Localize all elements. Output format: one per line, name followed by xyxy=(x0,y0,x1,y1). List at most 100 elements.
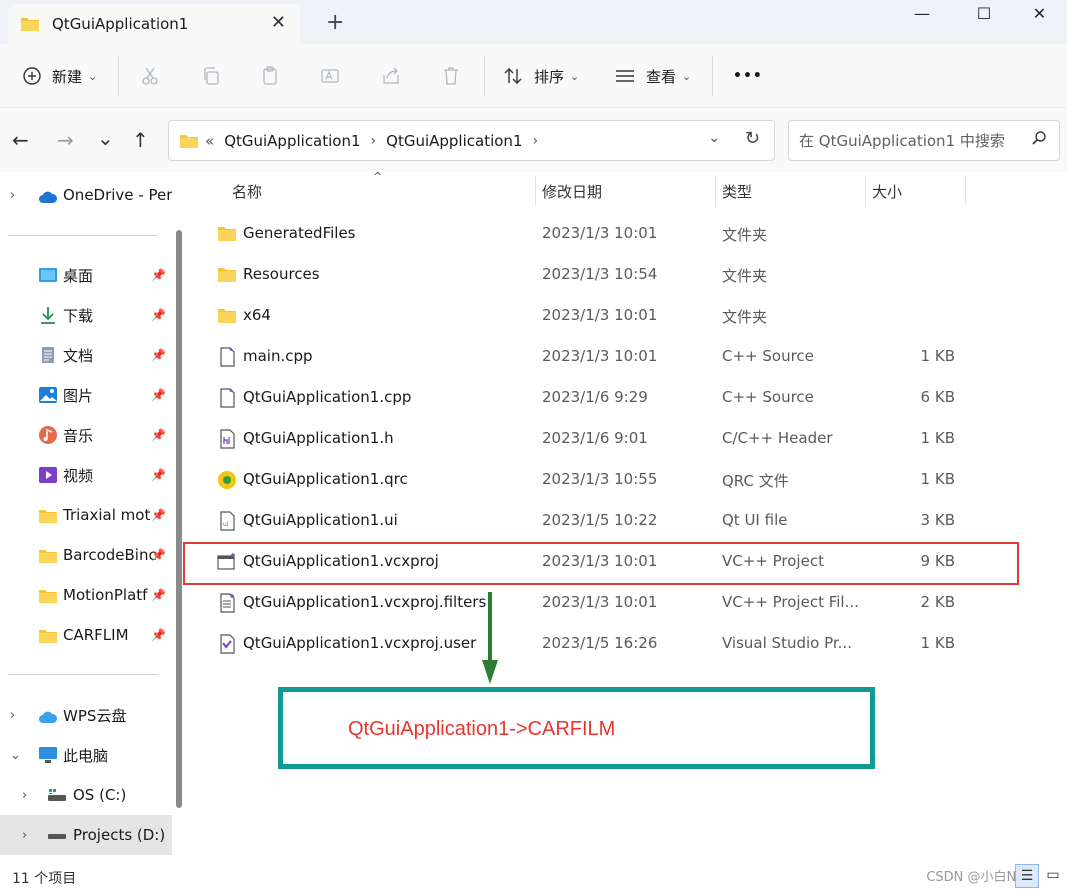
expand-chevron-icon[interactable]: › xyxy=(10,708,15,723)
share-icon[interactable] xyxy=(381,66,401,86)
sidebar-item-label: Triaxial mot xyxy=(63,506,151,524)
sidebar-item-pictures[interactable]: 图片 📌 xyxy=(0,375,172,415)
plus-circle-icon xyxy=(23,67,41,85)
file-row[interactable]: QtGuiApplication1.cpp 2023/1/6 9:29 C++ … xyxy=(190,377,1067,418)
expand-chevron-icon[interactable]: › xyxy=(22,828,27,843)
address-bar[interactable]: « QtGuiApplication1 › QtGuiApplication1 … xyxy=(168,120,775,161)
sidebar-item-barcode[interactable]: BarcodeBinc 📌 xyxy=(0,535,172,575)
new-tab-button[interactable]: + xyxy=(326,10,344,35)
tab-qtguiapplication1[interactable]: QtGuiApplication1 ✕ xyxy=(8,4,300,44)
maximize-button[interactable]: ☐ xyxy=(954,0,1014,26)
navigation-pane: › OneDrive - Per 桌面 📌 下载 📌 文档 📌 图片 📌 音乐 … xyxy=(0,172,185,862)
file-date: 2023/1/3 10:01 xyxy=(542,347,658,365)
column-header-modified[interactable]: 修改日期 xyxy=(542,172,602,210)
file-row[interactable]: QtGuiApplication1.vcxproj.filters 2023/1… xyxy=(190,582,1067,623)
column-divider[interactable] xyxy=(865,176,866,206)
expand-chevron-icon[interactable]: › xyxy=(10,188,15,203)
file-date: 2023/1/5 10:22 xyxy=(542,511,658,529)
up-button[interactable]: ↑ xyxy=(132,128,149,152)
file-row[interactable]: Resources 2023/1/3 10:54 文件夹 xyxy=(190,254,1067,295)
pin-icon[interactable]: 📌 xyxy=(151,628,166,642)
sidebar-item-motionplatf[interactable]: MotionPlatf 📌 xyxy=(0,575,172,615)
column-divider[interactable] xyxy=(715,176,716,206)
breadcrumb-chevron-icon[interactable]: › xyxy=(532,133,538,149)
file-row[interactable]: x64 2023/1/3 10:01 文件夹 xyxy=(190,295,1067,336)
file-row[interactable]: QtGuiApplication1.h 2023/1/6 9:01 C/C++ … xyxy=(190,418,1067,459)
file-row[interactable]: ui QtGuiApplication1.ui 2023/1/5 10:22 Q… xyxy=(190,500,1067,541)
column-header-name[interactable]: 名称 xyxy=(232,172,262,210)
column-divider[interactable] xyxy=(965,176,966,206)
sidebar-item-drive-c[interactable]: › OS (C:) xyxy=(0,775,172,815)
view-button[interactable]: 查看 ⌄ xyxy=(615,44,691,108)
pin-icon[interactable]: 📌 xyxy=(151,588,166,602)
sidebar-item-downloads[interactable]: 下载 📌 xyxy=(0,295,172,335)
close-window-button[interactable]: ✕ xyxy=(1012,0,1067,26)
paste-icon[interactable] xyxy=(260,66,280,86)
pin-icon[interactable]: 📌 xyxy=(151,268,166,282)
folder-icon xyxy=(180,134,198,148)
sidebar-item-videos[interactable]: 视频 📌 xyxy=(0,455,172,495)
recent-locations-button[interactable]: ⌄ xyxy=(97,126,114,150)
pin-icon[interactable]: 📌 xyxy=(151,468,166,482)
copy-icon[interactable] xyxy=(201,66,221,86)
file-type: Qt UI file xyxy=(722,511,788,529)
pin-icon[interactable]: 📌 xyxy=(151,508,166,522)
pin-icon[interactable]: 📌 xyxy=(151,548,166,562)
sidebar-item-drive-d[interactable]: › Projects (D:) xyxy=(0,815,172,855)
sidebar-item-onedrive[interactable]: › OneDrive - Per xyxy=(0,175,172,215)
breadcrumb-chevron-icon[interactable]: › xyxy=(371,133,377,149)
delete-icon[interactable] xyxy=(441,66,461,86)
sidebar-item-desktop[interactable]: 桌面 📌 xyxy=(0,255,172,295)
sidebar-item-label: 音乐 xyxy=(63,426,94,445)
sidebar-item-music[interactable]: 音乐 📌 xyxy=(0,415,172,455)
pin-icon[interactable]: 📌 xyxy=(151,428,166,442)
sidebar-item-wps-cloud[interactable]: › WPS云盘 xyxy=(0,695,172,735)
file-row[interactable]: GeneratedFiles 2023/1/3 10:01 文件夹 xyxy=(190,213,1067,254)
search-input[interactable]: 在 QtGuiApplication1 中搜索 xyxy=(788,120,1060,161)
address-dropdown-button[interactable]: ⌄ xyxy=(708,130,720,146)
sidebar-item-label: 下载 xyxy=(63,306,94,325)
tiles-view-button[interactable]: ▭ xyxy=(1041,864,1065,888)
view-list-icon xyxy=(616,70,634,82)
column-header-type[interactable]: 类型 xyxy=(722,172,752,210)
breadcrumb-item[interactable]: QtGuiApplication1 xyxy=(224,132,360,150)
cut-icon[interactable] xyxy=(140,66,160,86)
new-button[interactable]: 新建 ⌄ xyxy=(22,44,97,108)
refresh-button[interactable]: ↻ xyxy=(745,128,760,149)
collapse-chevron-icon[interactable]: ⌄ xyxy=(10,748,21,763)
sidebar-scrollbar[interactable] xyxy=(176,230,182,808)
file-row[interactable]: QtGuiApplication1.vcxproj.user 2023/1/5 … xyxy=(190,623,1067,664)
close-tab-icon[interactable]: ✕ xyxy=(271,12,286,33)
sidebar-item-this-pc[interactable]: ⌄ 此电脑 xyxy=(0,735,172,775)
sidebar-item-carflim[interactable]: CARFLIM 📌 xyxy=(0,615,172,655)
sort-button[interactable]: 排序 ⌄ xyxy=(503,44,579,108)
pin-icon[interactable]: 📌 xyxy=(151,348,166,362)
file-size: 3 KB xyxy=(920,511,955,529)
sidebar-item-documents[interactable]: 文档 📌 xyxy=(0,335,172,375)
breadcrumb-item[interactable]: QtGuiApplication1 xyxy=(386,132,522,150)
pin-icon[interactable]: 📌 xyxy=(151,388,166,402)
file-name: QtGuiApplication1.vcxproj.filters xyxy=(243,593,487,611)
forward-button[interactable]: → xyxy=(57,128,74,152)
rename-icon[interactable] xyxy=(320,66,340,86)
breadcrumb-overflow[interactable]: « xyxy=(205,132,214,150)
column-divider[interactable] xyxy=(535,176,536,206)
details-view-button[interactable]: ☰ xyxy=(1015,864,1039,888)
file-name: GeneratedFiles xyxy=(243,224,356,242)
back-button[interactable]: ← xyxy=(12,128,29,152)
annotation-note: QtGuiApplication1->CARFILM xyxy=(348,718,616,740)
sidebar-item-triaxial[interactable]: Triaxial mot 📌 xyxy=(0,495,172,535)
minimize-button[interactable]: — xyxy=(892,0,952,26)
more-options-button[interactable]: ••• xyxy=(733,44,763,108)
watermark: CSDN @小白Nic xyxy=(926,870,1027,885)
pin-icon[interactable]: 📌 xyxy=(151,308,166,322)
file-date: 2023/1/5 16:26 xyxy=(542,634,658,652)
cpp-file-icon xyxy=(220,347,235,367)
file-date: 2023/1/3 10:55 xyxy=(542,470,658,488)
sort-indicator-icon: ^ xyxy=(373,170,383,183)
file-row[interactable]: QtGuiApplication1.qrc 2023/1/3 10:55 QRC… xyxy=(190,459,1067,500)
sort-icon xyxy=(504,68,522,84)
file-row[interactable]: main.cpp 2023/1/3 10:01 C++ Source 1 KB xyxy=(190,336,1067,377)
expand-chevron-icon[interactable]: › xyxy=(22,788,27,803)
column-header-size[interactable]: 大小 xyxy=(872,172,902,210)
